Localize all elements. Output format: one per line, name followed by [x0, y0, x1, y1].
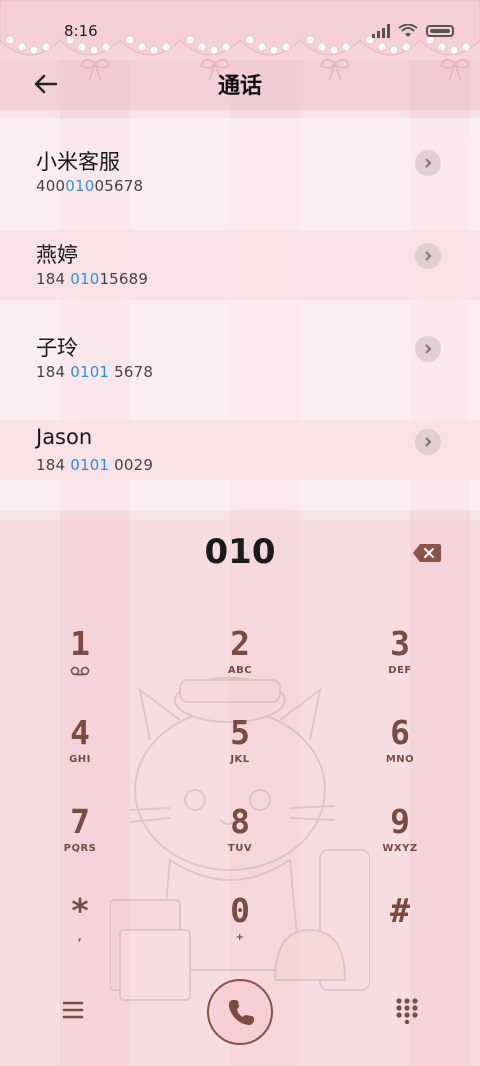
dialed-number: 010 — [204, 532, 276, 572]
chevron-right-icon — [425, 251, 432, 261]
key-digit: 4 — [70, 713, 90, 752]
key-digit: 2 — [230, 624, 250, 663]
key-5[interactable]: 5 JKL — [180, 713, 300, 793]
status-bar: 8:16 — [0, 20, 480, 44]
key-letters: DEF — [388, 665, 412, 676]
menu-icon[interactable] — [62, 1000, 84, 1020]
key-0[interactable]: 0 + — [180, 891, 300, 971]
key-letters: WXYZ — [382, 843, 418, 854]
phone-icon — [228, 1000, 254, 1025]
voicemail-icon — [70, 666, 90, 676]
key-3[interactable]: 3 DEF — [340, 624, 460, 704]
contact-number: 184 0101 0029 — [36, 456, 153, 474]
number-suffix: 0029 — [109, 456, 154, 474]
key-letters: MNO — [385, 754, 415, 765]
key-hash[interactable]: # — [340, 891, 460, 971]
key-7[interactable]: 7 PQRS — [20, 802, 140, 882]
number-match: 010 — [65, 177, 95, 195]
chevron-right-icon — [425, 437, 432, 447]
key-digit: # — [390, 891, 410, 930]
contact-name: Jason — [36, 425, 93, 449]
wifi-icon — [398, 24, 418, 37]
contact-number: 40001005678 — [36, 177, 143, 195]
number-prefix: 184 — [36, 456, 71, 474]
key-6[interactable]: 6 MNO — [340, 713, 460, 793]
status-time: 8:16 — [64, 22, 98, 40]
key-letters: , — [77, 932, 83, 943]
number-match: 0101 — [70, 456, 110, 474]
page-title: 通话 — [217, 74, 262, 99]
key-digit: 3 — [390, 624, 410, 663]
contact-number: 184 01015689 — [36, 270, 148, 288]
number-match: 0101 — [70, 363, 110, 381]
header: 通话 — [0, 62, 480, 106]
contact-name: 子玲 — [36, 336, 78, 360]
number-suffix: 15689 — [99, 270, 149, 288]
contact-item[interactable]: 小米客服 40001005678 — [0, 118, 480, 211]
key-letters: PQRS — [63, 843, 97, 854]
key-digit: 1 — [70, 624, 90, 663]
contact-suggestion-list: 小米客服 40001005678 燕婷 184 01015689 子玲 184 … — [0, 118, 480, 510]
key-9[interactable]: 9 WXYZ — [340, 802, 460, 882]
chevron-right-icon — [425, 344, 432, 354]
contact-detail-button[interactable] — [415, 150, 441, 176]
key-digit: 7 — [70, 802, 90, 841]
key-digit: 6 — [390, 713, 410, 752]
contact-name: 燕婷 — [36, 243, 78, 267]
contact-name: 小米客服 — [36, 150, 120, 174]
key-letters: TUV — [227, 843, 253, 854]
contact-item[interactable]: 燕婷 184 01015689 — [0, 211, 480, 304]
battery-icon — [426, 25, 454, 37]
number-match: 010 — [70, 270, 100, 288]
key-letters: GHI — [69, 754, 91, 765]
contact-item[interactable]: 子玲 184 0101 5678 — [0, 304, 480, 397]
contact-detail-button[interactable] — [415, 243, 441, 269]
key-digit: 9 — [390, 802, 410, 841]
key-letters: JKL — [230, 754, 250, 765]
backspace-icon[interactable] — [412, 543, 442, 563]
number-suffix: 05678 — [94, 177, 144, 195]
contact-detail-button[interactable] — [415, 429, 441, 455]
status-icons — [372, 24, 454, 38]
key-digit: 5 — [230, 713, 250, 752]
chevron-right-icon — [425, 158, 432, 168]
number-prefix: 184 — [36, 363, 71, 381]
number-suffix: 5678 — [109, 363, 154, 381]
signal-icon — [372, 24, 390, 38]
key-letters — [340, 931, 460, 945]
key-2[interactable]: 2 ABC — [180, 624, 300, 704]
dialpad-icon[interactable] — [396, 998, 418, 1024]
contact-number: 184 0101 5678 — [36, 363, 153, 381]
key-digit: 8 — [230, 802, 250, 841]
key-8[interactable]: 8 TUV — [180, 802, 300, 882]
key-letters: ABC — [227, 665, 253, 676]
key-letters: + — [235, 932, 245, 943]
number-prefix: 184 — [36, 270, 71, 288]
contact-detail-button[interactable] — [415, 336, 441, 362]
key-1[interactable]: 1 — [20, 624, 140, 704]
call-button[interactable] — [207, 979, 273, 1045]
key-star[interactable]: * , — [20, 891, 140, 971]
key-4[interactable]: 4 GHI — [20, 713, 140, 793]
number-prefix: 400 — [36, 177, 66, 195]
key-digit: * — [70, 891, 90, 930]
contact-item[interactable]: Jason 184 0101 0029 — [0, 397, 480, 490]
key-digit: 0 — [230, 891, 250, 930]
